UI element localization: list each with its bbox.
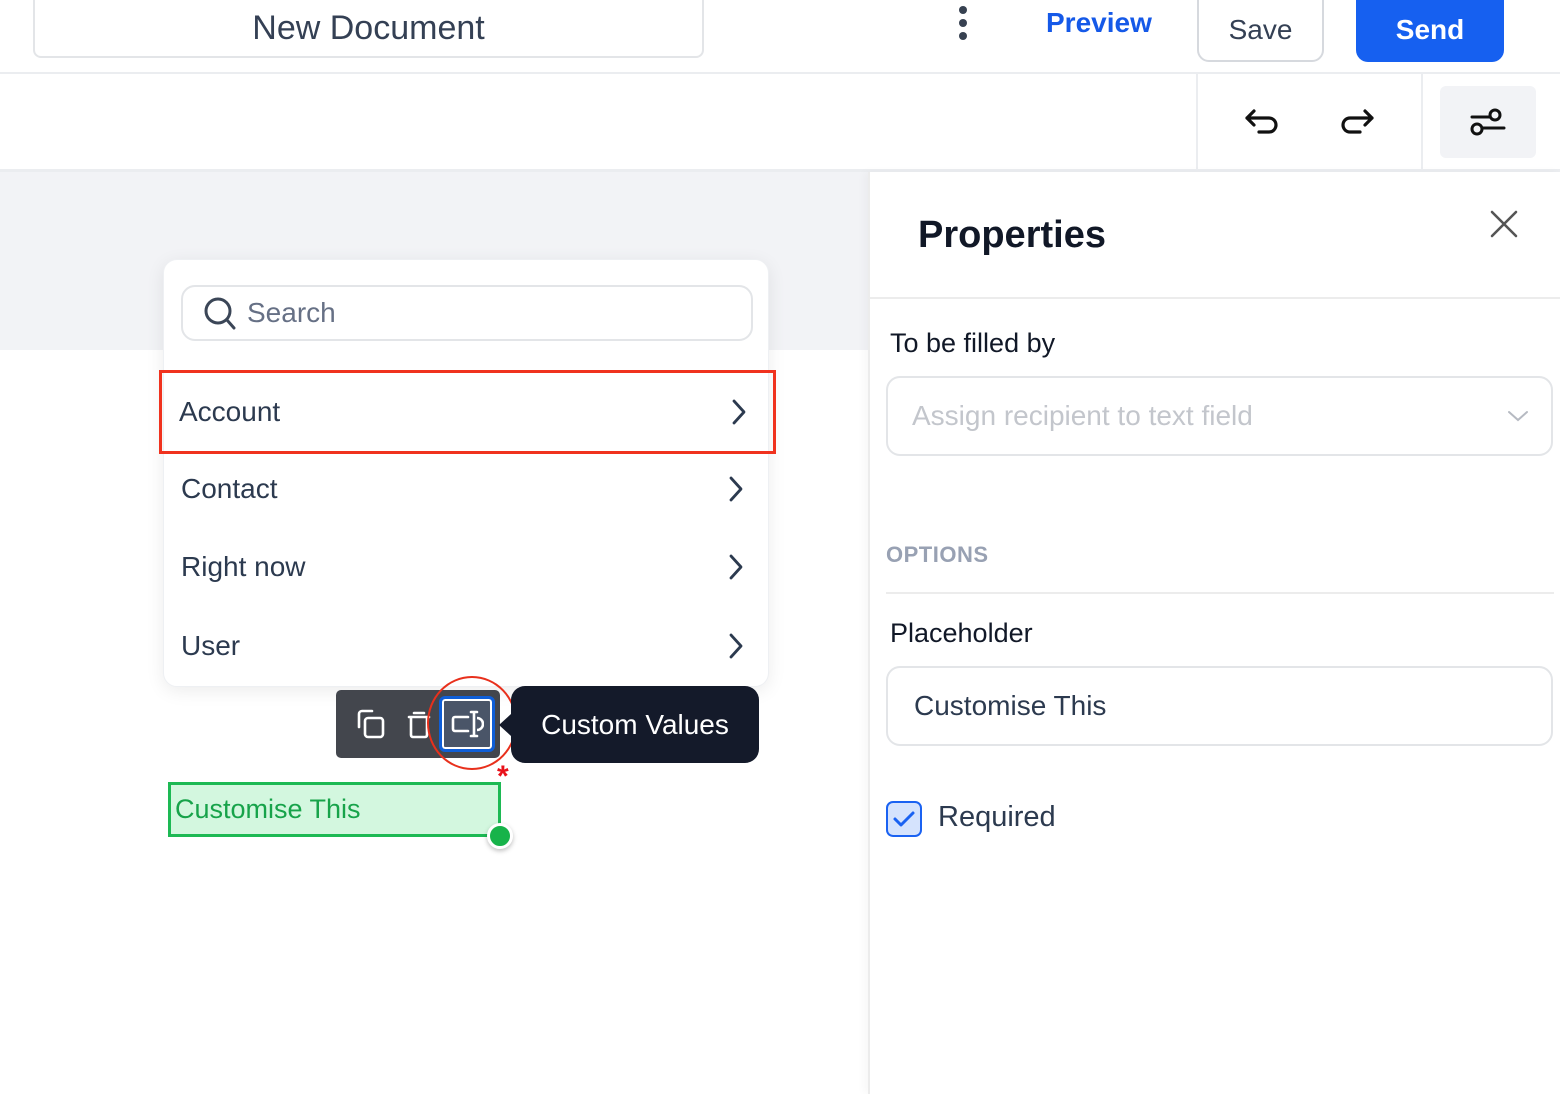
undo-icon[interactable] — [1227, 86, 1297, 158]
preview-button[interactable]: Preview — [1030, 0, 1168, 46]
top-header: New Document Preview Save Send — [0, 0, 1560, 74]
chevron-down-icon — [1507, 409, 1529, 423]
custom-values-icon — [450, 709, 484, 739]
redo-icon[interactable] — [1322, 86, 1392, 158]
trash-icon[interactable] — [392, 698, 444, 750]
menu-item-right-now[interactable]: Right now — [164, 528, 770, 606]
more-options-icon[interactable] — [950, 4, 976, 42]
custom-values-dropdown: Account Contact Right now User — [163, 259, 769, 687]
chevron-right-icon — [731, 398, 747, 426]
menu-item-label: Contact — [181, 473, 278, 505]
menu-item-label: User — [181, 630, 240, 662]
chevron-right-icon — [728, 475, 744, 503]
placeholder-input[interactable] — [914, 690, 1514, 722]
panel-title: Properties — [918, 214, 1106, 257]
send-button[interactable]: Send — [1356, 0, 1504, 62]
recipient-select[interactable]: Assign recipient to text field — [886, 376, 1553, 456]
menu-item-label: Account — [179, 396, 280, 428]
resize-handle[interactable] — [487, 823, 513, 849]
search-icon — [203, 296, 237, 330]
custom-values-tooltip: Custom Values — [511, 686, 759, 763]
copy-icon[interactable] — [344, 698, 396, 750]
text-field-element[interactable]: Customise This — [168, 782, 501, 837]
section-divider — [886, 592, 1554, 594]
panel-divider — [870, 297, 1560, 299]
filled-by-label: To be filled by — [890, 328, 1055, 359]
chevron-right-icon — [728, 553, 744, 581]
toolbar-divider — [1421, 74, 1423, 169]
menu-item-label: Right now — [181, 551, 306, 583]
search-input[interactable] — [247, 297, 727, 329]
custom-values-button[interactable] — [439, 696, 495, 752]
search-field[interactable] — [181, 285, 753, 341]
properties-panel: Properties To be filled by Assign recipi… — [868, 172, 1560, 1094]
document-title[interactable]: New Document — [33, 0, 704, 58]
options-heading: OPTIONS — [886, 542, 989, 568]
menu-item-contact[interactable]: Contact — [164, 450, 770, 528]
required-checkbox[interactable] — [886, 801, 922, 837]
required-marker: * — [497, 762, 509, 792]
placeholder-field[interactable] — [886, 666, 1553, 746]
chevron-right-icon — [728, 632, 744, 660]
sliders-settings-icon[interactable] — [1440, 86, 1536, 158]
close-icon[interactable] — [1486, 206, 1522, 242]
menu-item-user[interactable]: User — [164, 607, 770, 685]
required-label: Required — [938, 801, 1056, 834]
recipient-select-placeholder: Assign recipient to text field — [912, 400, 1253, 432]
editor-toolbar — [0, 74, 1560, 172]
save-button[interactable]: Save — [1197, 0, 1324, 62]
placeholder-label: Placeholder — [890, 618, 1033, 649]
toolbar-divider — [1196, 74, 1198, 169]
menu-item-account[interactable]: Account — [162, 373, 773, 451]
checkmark-icon — [892, 809, 916, 829]
